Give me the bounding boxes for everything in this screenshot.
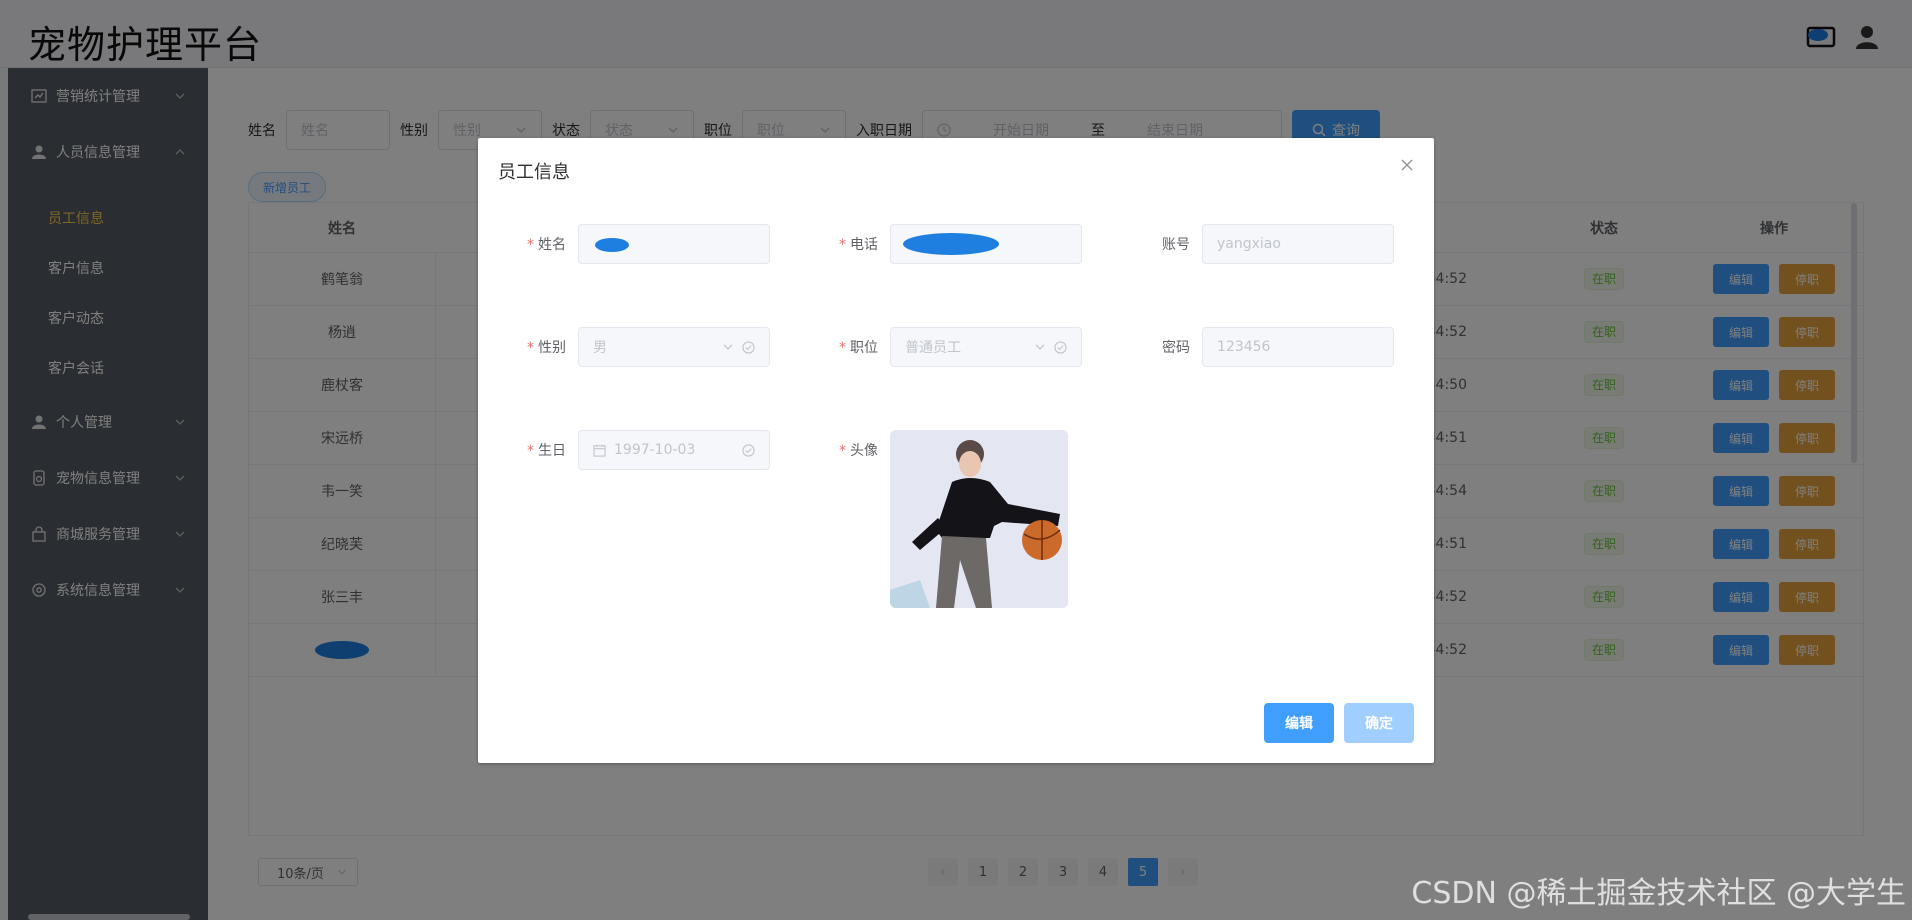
- chevron-down-icon: [723, 344, 733, 350]
- confirm-button[interactable]: 确定: [1344, 703, 1414, 743]
- employee-info-dialog: 员工信息 * 姓名 * 电话 账号 yangxiao * 性别 男 * 职位 普…: [478, 138, 1434, 763]
- form-item-gender: * 性别 男: [498, 327, 770, 367]
- gender-label: 性别: [538, 340, 566, 356]
- account-field[interactable]: yangxiao: [1202, 224, 1394, 264]
- form-item-avatar: * 头像: [810, 430, 1068, 608]
- form-item-name: * 姓名: [498, 224, 770, 264]
- dialog-footer: 编辑 确定: [1264, 703, 1414, 743]
- avatar-photo: [890, 430, 1068, 608]
- form-item-password: 密码 123456: [1122, 327, 1394, 367]
- check-circle-icon: [742, 443, 755, 457]
- calendar-icon: [593, 444, 606, 457]
- form-item-phone: * 电话: [810, 224, 1082, 264]
- close-icon[interactable]: [1396, 154, 1418, 176]
- form-item-account: 账号 yangxiao: [1122, 224, 1394, 264]
- avatar-upload[interactable]: [890, 430, 1068, 608]
- dialog-title: 员工信息: [498, 162, 570, 183]
- required-mark: *: [839, 443, 846, 459]
- account-label: 账号: [1162, 237, 1190, 253]
- gender-select[interactable]: 男: [578, 327, 770, 367]
- position-label: 职位: [850, 340, 878, 356]
- name-field[interactable]: [578, 224, 770, 264]
- chevron-down-icon: [1035, 344, 1045, 350]
- name-label: 姓名: [538, 237, 566, 253]
- avatar-label: 头像: [850, 443, 878, 459]
- required-mark: *: [527, 237, 534, 253]
- password-field[interactable]: 123456: [1202, 327, 1394, 367]
- form-item-birthday: * 生日 1997-10-03: [498, 430, 770, 470]
- redaction-mark: [903, 233, 999, 255]
- required-mark: *: [839, 340, 846, 356]
- check-circle-icon: [1054, 340, 1067, 354]
- check-circle-icon: [742, 340, 755, 354]
- position-select[interactable]: 普通员工: [890, 327, 1082, 367]
- watermark: CSDN @稀土掘金技术社区 @大学生: [1411, 876, 1906, 911]
- edit-button[interactable]: 编辑: [1264, 703, 1334, 743]
- birthday-label: 生日: [538, 443, 566, 459]
- form-item-position: * 职位 普通员工: [810, 327, 1082, 367]
- phone-field[interactable]: [890, 224, 1082, 264]
- required-mark: *: [839, 237, 846, 253]
- required-mark: *: [527, 443, 534, 459]
- redaction-mark: [595, 238, 629, 252]
- phone-label: 电话: [850, 237, 878, 253]
- password-label: 密码: [1162, 340, 1190, 356]
- birthday-date-picker[interactable]: 1997-10-03: [578, 430, 770, 470]
- required-mark: *: [527, 340, 534, 356]
